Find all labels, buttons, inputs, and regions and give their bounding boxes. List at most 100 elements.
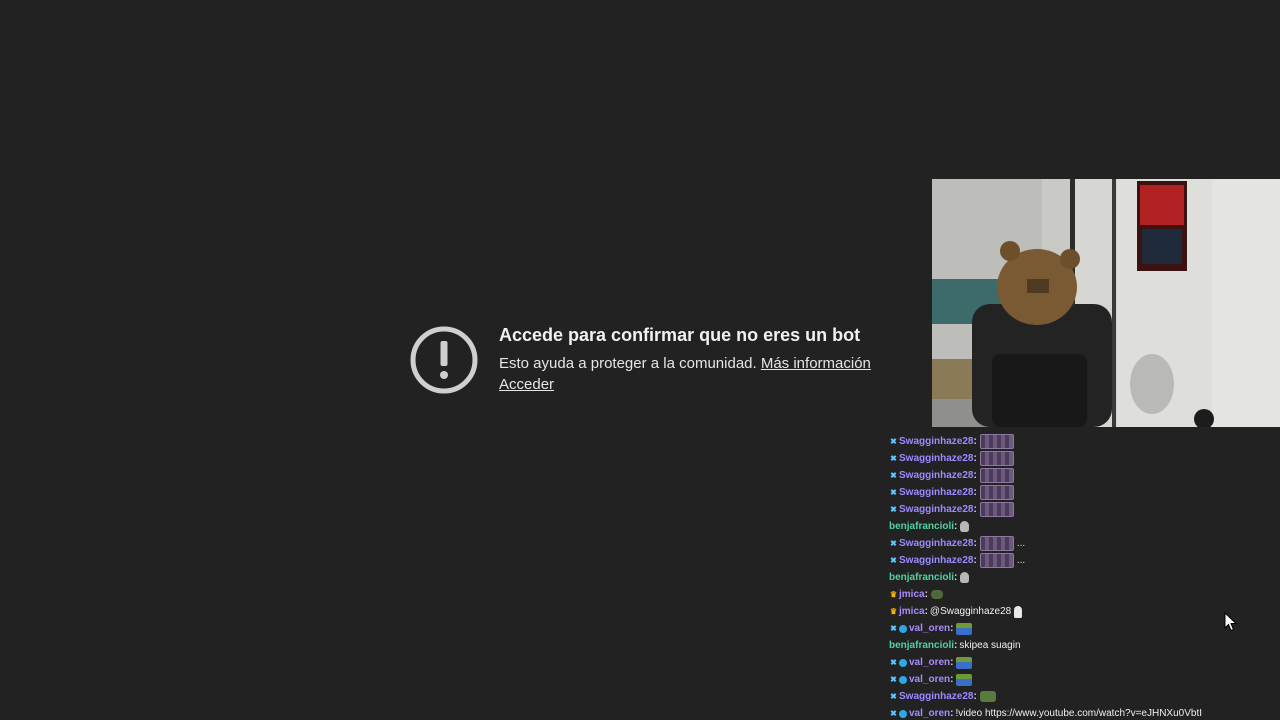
chat-username[interactable]: jmica	[899, 586, 925, 603]
purple-emote-icon	[979, 553, 1014, 568]
sword-badge-icon: ✖	[890, 488, 897, 497]
webcam-overlay	[932, 179, 1280, 427]
chat-message: ✖ val_oren:	[889, 671, 1280, 688]
login-link[interactable]: Acceder	[499, 376, 554, 393]
chat-message-text: !video https://www.youtube.com/watch?v=e…	[955, 708, 1202, 719]
chat-separator: :	[973, 453, 977, 464]
chat-username[interactable]: Swagginhaze28	[899, 535, 973, 552]
chat-separator: :	[973, 470, 977, 481]
chat-overlay: ✖ Swagginhaze28: ✖ Swagginhaze28: ✖ Swagginha…	[889, 420, 1280, 720]
alert-circle-icon	[410, 326, 478, 394]
sword-badge-icon: ✖	[890, 539, 897, 548]
chat-username[interactable]: val_oren	[909, 654, 950, 671]
sword-badge-icon: ✖	[890, 505, 897, 514]
purple-emote-icon	[979, 451, 1014, 466]
chat-message: ✖ Swagginhaze28:	[889, 450, 1280, 467]
sword-badge-icon: ✖	[890, 624, 897, 633]
chat-message: ✖ Swagginhaze28:	[889, 688, 1280, 705]
chat-separator: :	[973, 504, 977, 515]
chat-message: benjafrancioli:	[889, 518, 1280, 535]
chat-message: ✖ Swagginhaze28:	[889, 484, 1280, 501]
chat-username[interactable]: val_oren	[909, 705, 950, 720]
ghost-emote-icon	[1014, 605, 1023, 618]
notice-title: Accede para confirmar que no eres un bot	[499, 325, 861, 345]
chat-message: ✖ Swagginhaze28:...	[889, 535, 1280, 552]
chat-username[interactable]: Swagginhaze28	[899, 450, 973, 467]
chat-message: ✖ Swagginhaze28:	[889, 501, 1280, 518]
skull-emote-icon	[960, 521, 970, 532]
chat-separator: :	[954, 572, 958, 583]
sword-badge-icon: ✖	[890, 556, 897, 565]
chat-message-text: @Swagginhaze28	[929, 606, 1012, 617]
blue-emote-icon	[956, 673, 973, 686]
chat-username[interactable]: benjafrancioli	[889, 518, 954, 535]
chat-separator: :	[950, 674, 954, 685]
chat-username[interactable]: Swagginhaze28	[899, 552, 973, 569]
skull-emote-icon	[960, 572, 970, 583]
purple-emote-icon	[979, 536, 1014, 551]
chat-username[interactable]: Swagginhaze28	[899, 688, 973, 705]
chat-message: ♛ jmica: @Swagginhaze28	[889, 603, 1280, 620]
gem-badge-icon	[899, 709, 907, 718]
chat-message: ♛ jmica:	[889, 586, 1280, 603]
chat-message: ✖ val_oren:	[889, 620, 1280, 637]
chat-message: ✖ Swagginhaze28:	[889, 433, 1280, 450]
chat-separator: :	[950, 623, 954, 634]
chat-message: ✖ val_oren: !video https://www.youtube.com…	[889, 705, 1280, 720]
webcam-image	[932, 179, 1280, 427]
bot-confirmation-notice: Accede para confirmar que no eres un bot…	[410, 322, 910, 402]
chat-separator: :	[973, 691, 977, 702]
mouse-cursor-icon	[1224, 612, 1238, 632]
sword-badge-icon: ✖	[890, 454, 897, 463]
purple-emote-icon	[979, 485, 1014, 500]
blue-emote-icon	[956, 656, 973, 669]
chat-separator: :	[954, 640, 958, 651]
pepe-emote-icon	[979, 691, 996, 702]
sword-badge-icon: ✖	[890, 675, 897, 684]
chat-message-list: ✖ Swagginhaze28: ✖ Swagginhaze28: ✖ Swagginha…	[889, 433, 1280, 720]
chat-message: ✖ val_oren:	[889, 654, 1280, 671]
chat-separator: :	[954, 521, 958, 532]
blue-emote-icon	[956, 622, 973, 635]
gem-badge-icon	[899, 675, 907, 684]
chat-separator: :	[950, 708, 954, 719]
chat-message-text: ...	[1016, 538, 1026, 549]
chat-separator: :	[973, 436, 977, 447]
chat-username[interactable]: Swagginhaze28	[899, 484, 973, 501]
chat-separator: :	[924, 589, 928, 600]
purple-emote-icon	[979, 502, 1014, 517]
chat-message: benjafrancioli: skipea suagin	[889, 637, 1280, 654]
sword-badge-icon: ✖	[890, 437, 897, 446]
notice-body: Esto ayuda a proteger a la comunidad. Má…	[499, 355, 871, 372]
chat-username[interactable]: Swagginhaze28	[899, 501, 973, 518]
sword-badge-icon: ✖	[890, 471, 897, 480]
purple-emote-icon	[979, 468, 1014, 483]
gem-badge-icon	[899, 658, 907, 667]
chat-username[interactable]: Swagginhaze28	[899, 467, 973, 484]
chat-username[interactable]: val_oren	[909, 620, 950, 637]
frog-emote-icon	[930, 590, 943, 599]
chat-message: benjafrancioli:	[889, 569, 1280, 586]
chat-separator: :	[950, 657, 954, 668]
more-info-link[interactable]: Más información	[761, 355, 871, 372]
chat-separator: :	[924, 606, 928, 617]
chat-message-text: ...	[1016, 555, 1026, 566]
crown-badge-icon: ♛	[889, 590, 898, 599]
chat-username[interactable]: jmica	[899, 603, 925, 620]
sword-badge-icon: ✖	[890, 692, 897, 701]
chat-message: ✖ Swagginhaze28:	[889, 467, 1280, 484]
chat-message-text: skipea suagin	[959, 640, 1021, 651]
sword-badge-icon: ✖	[890, 658, 897, 667]
chat-separator: :	[973, 538, 977, 549]
chat-username[interactable]: benjafrancioli	[889, 569, 954, 586]
chat-separator: :	[973, 487, 977, 498]
chat-username[interactable]: Swagginhaze28	[899, 433, 973, 450]
chat-separator: :	[973, 555, 977, 566]
gem-badge-icon	[899, 624, 907, 633]
notice-body-text: Esto ayuda a proteger a la comunidad.	[499, 355, 757, 372]
chat-username[interactable]: benjafrancioli	[889, 637, 954, 654]
purple-emote-icon	[979, 434, 1014, 449]
crown-badge-icon: ♛	[889, 607, 898, 616]
sword-badge-icon: ✖	[890, 709, 897, 718]
chat-username[interactable]: val_oren	[909, 671, 950, 688]
